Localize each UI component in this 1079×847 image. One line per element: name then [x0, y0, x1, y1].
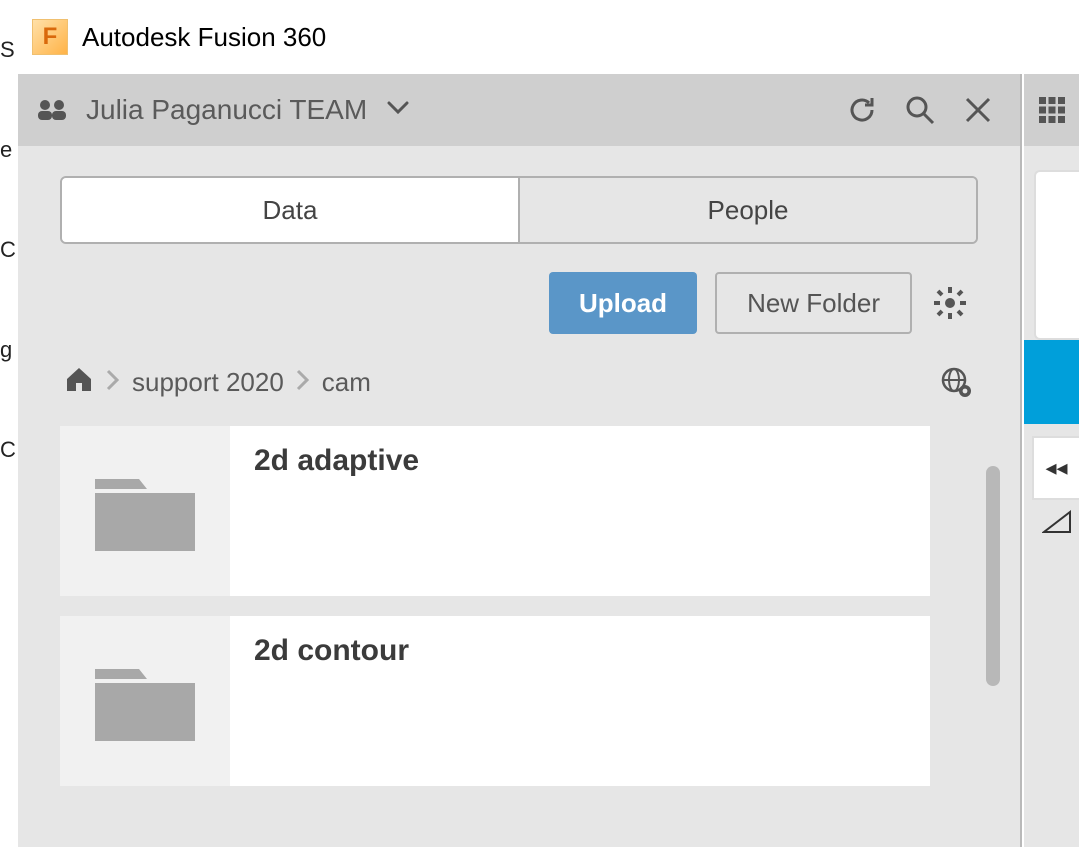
team-name[interactable]: Julia Paganucci TEAM [86, 94, 367, 126]
panel-header: Julia Paganucci TEAM [18, 74, 1020, 146]
cropped-left-edge: S e C g C [0, 0, 18, 847]
right-cropped-strip: ◂◂ [1024, 74, 1079, 847]
settings-button[interactable] [930, 283, 970, 323]
tab-people[interactable]: People [520, 178, 976, 242]
breadcrumb-item-cam[interactable]: cam [322, 367, 371, 398]
data-panel: Julia Paganucci TEAM Data People Upload … [18, 74, 1022, 847]
refresh-button[interactable] [838, 86, 886, 134]
folder-name: 2d adaptive [230, 426, 930, 596]
search-button[interactable] [896, 86, 944, 134]
chevron-down-icon[interactable] [387, 101, 409, 120]
panel-body: Data People Upload New Folder support 20… [18, 146, 1020, 847]
rewind-button[interactable]: ◂◂ [1032, 436, 1079, 500]
chevron-right-icon [106, 367, 120, 398]
breadcrumb: support 2020 cam [60, 364, 978, 400]
tab-data[interactable]: Data [62, 178, 520, 242]
folder-item[interactable]: 2d contour [60, 616, 930, 786]
app-title: Autodesk Fusion 360 [82, 22, 326, 53]
cropped-selected-row [1024, 340, 1079, 424]
cropped-triangle-icon [1042, 510, 1079, 539]
folder-icon [60, 616, 230, 786]
open-on-web-button[interactable] [938, 364, 974, 400]
action-row: Upload New Folder [60, 272, 978, 334]
folder-icon [60, 426, 230, 596]
show-data-panel-button[interactable] [1024, 74, 1079, 146]
folder-name: 2d contour [230, 616, 930, 786]
folder-item[interactable]: 2d adaptive [60, 426, 930, 596]
chevron-right-icon [296, 367, 310, 398]
data-people-tabs: Data People [60, 176, 978, 244]
home-icon[interactable] [64, 365, 94, 400]
folder-list: 2d adaptive 2d contour [60, 426, 978, 786]
fusion360-logo-icon: F [32, 19, 68, 55]
breadcrumb-item-support-2020[interactable]: support 2020 [132, 367, 284, 398]
title-bar: F Autodesk Fusion 360 [18, 0, 326, 74]
scrollbar-thumb[interactable] [986, 466, 1000, 686]
upload-button[interactable]: Upload [549, 272, 697, 334]
team-icon [36, 98, 70, 122]
new-folder-button[interactable]: New Folder [715, 272, 912, 334]
close-button[interactable] [954, 86, 1002, 134]
cropped-panel-fragment [1034, 170, 1079, 340]
